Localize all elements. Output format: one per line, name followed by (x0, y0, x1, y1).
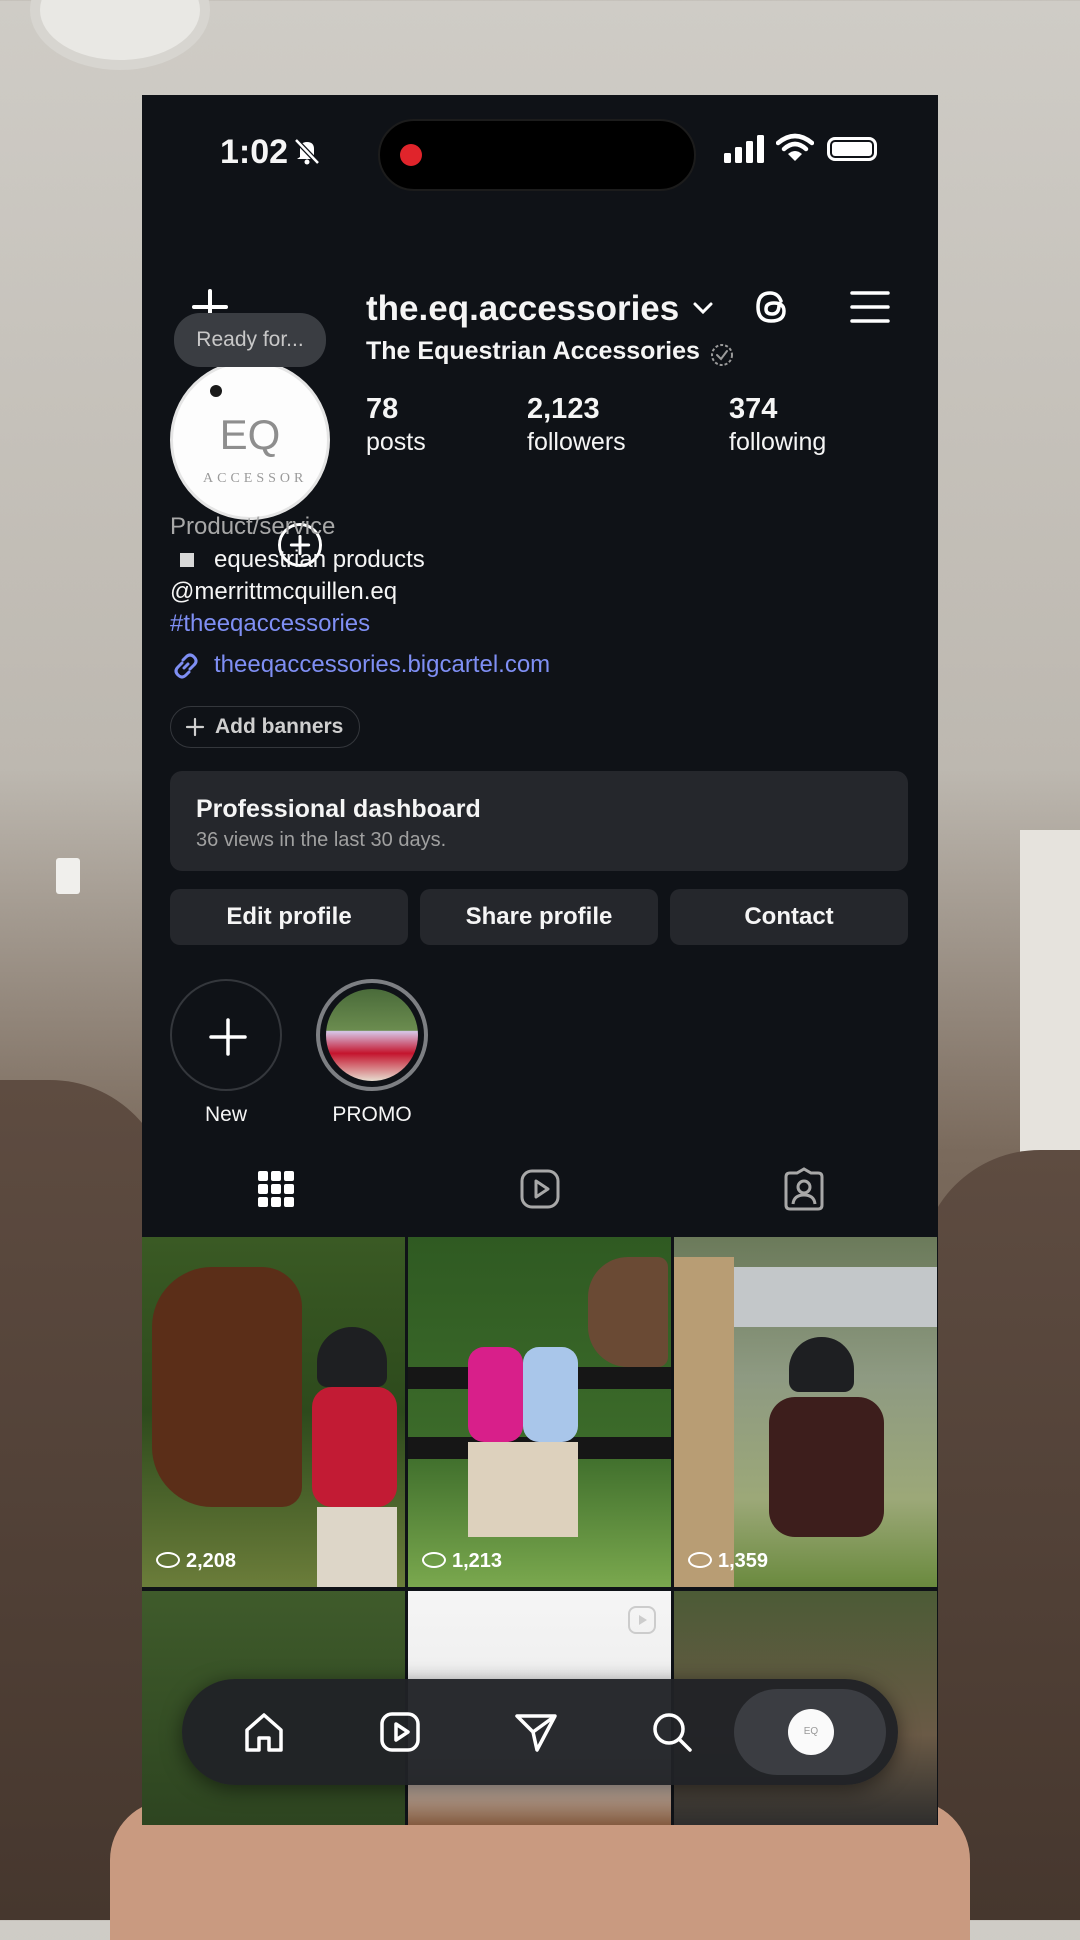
link-icon (174, 653, 198, 679)
home-icon[interactable] (242, 1710, 286, 1754)
stat-posts-label: posts (366, 428, 426, 456)
ceiling-light (40, 0, 200, 60)
display-name: The Equestrian Accessories (366, 337, 700, 365)
avatar-logo-arc: ACCESSOR (203, 471, 308, 486)
battery-icon (827, 137, 877, 161)
tagged-tab-icon[interactable] (782, 1167, 826, 1211)
profile-avatar[interactable]: EQ ACCESSOR (170, 360, 330, 520)
barn-roof-shape (714, 1267, 937, 1327)
menu-icon[interactable] (850, 289, 890, 325)
bio-website-link[interactable]: theeqaccessories.bigcartel.com (214, 651, 550, 679)
avatar-logo-text: EQ (219, 411, 281, 458)
grid-tab-icon[interactable] (254, 1167, 298, 1211)
messages-icon[interactable] (514, 1710, 558, 1754)
dynamic-island (378, 119, 696, 191)
bio-mention[interactable]: @merrittmcquillen.eq (170, 578, 397, 606)
shirt-shape (769, 1397, 884, 1537)
username-switcher[interactable]: the.eq.accessories (366, 289, 679, 329)
helmet-shape (789, 1337, 854, 1392)
verified-badge-icon (711, 344, 733, 366)
shirt-shape (312, 1387, 397, 1507)
view-count-value: 1,213 (452, 1550, 503, 1572)
eye-icon (156, 1551, 180, 1568)
horse-head-shape (588, 1257, 668, 1367)
wifi-icon (776, 133, 814, 161)
dashboard-subtitle: 36 views in the last 30 days. (196, 829, 447, 851)
stat-followers[interactable]: 2,123 followers (527, 393, 626, 457)
bio-hashtag[interactable]: #theeqaccessories (170, 610, 370, 638)
stat-following[interactable]: 374 following (729, 393, 826, 457)
eye-icon (688, 1551, 712, 1568)
reels-icon[interactable] (378, 1710, 422, 1754)
highlight-new-ring[interactable] (170, 979, 282, 1091)
bottom-navigation: EQ (182, 1679, 898, 1785)
recording-indicator (400, 144, 422, 166)
highlight-new[interactable]: New (168, 979, 284, 1127)
note-bubble[interactable]: Ready for... (174, 313, 326, 367)
highlight-promo-thumbnail (326, 989, 418, 1081)
post-thumbnail[interactable]: 1,213 (408, 1237, 671, 1587)
plus-icon (209, 1018, 247, 1056)
reels-tab-icon[interactable] (518, 1167, 562, 1211)
horse-shape (152, 1267, 302, 1507)
shirt-shape (468, 1347, 523, 1442)
stat-posts-count: 78 (366, 393, 399, 425)
sweater-right (920, 1150, 1080, 1920)
status-bar: 1:02 (142, 95, 938, 215)
highlight-promo-ring[interactable] (316, 979, 428, 1091)
highlight-promo[interactable]: PROMO (314, 979, 430, 1127)
bio-category: Product/service (170, 513, 336, 540)
stat-followers-count: 2,123 (527, 393, 600, 425)
post-thumbnail[interactable]: 1,359 (674, 1237, 937, 1587)
helmet-shape (317, 1327, 387, 1387)
cellular-signal-icon (724, 135, 764, 163)
add-banners-label: Add banners (215, 715, 344, 738)
view-count: 2,208 (156, 1550, 236, 1573)
stat-posts[interactable]: 78 posts (366, 393, 426, 457)
breeches-shape (317, 1507, 397, 1587)
reel-icon (628, 1606, 656, 1634)
bell-muted-icon (294, 138, 320, 165)
professional-dashboard-card[interactable]: Professional dashboard 36 views in the l… (170, 771, 908, 871)
view-count-value: 2,208 (186, 1550, 237, 1572)
status-time: 1:02 (220, 133, 289, 171)
view-count-value: 1,359 (718, 1550, 769, 1572)
highlight-promo-label: PROMO (332, 1103, 412, 1126)
eye-icon (422, 1551, 446, 1568)
threads-icon[interactable] (750, 285, 794, 329)
post-thumbnail[interactable]: 2,208 (142, 1237, 405, 1587)
profile-avatar-icon[interactable]: EQ (788, 1709, 834, 1755)
contact-button[interactable]: Contact (670, 889, 908, 945)
view-count: 1,213 (422, 1550, 502, 1573)
stat-following-label: following (729, 428, 827, 456)
view-count: 1,359 (688, 1550, 768, 1573)
wall-outlet (56, 858, 80, 894)
plus-icon (185, 717, 205, 737)
highlight-new-label: New (204, 1103, 247, 1126)
breeches-shape (468, 1442, 578, 1537)
edit-profile-button[interactable]: Edit profile (170, 889, 408, 945)
shirt-shape (523, 1347, 578, 1442)
bio-line: equestrian products (170, 546, 425, 574)
avatar[interactable]: EQ ACCESSOR (170, 360, 330, 520)
profile-tab-active[interactable]: EQ (734, 1689, 886, 1775)
chevron-down-icon[interactable] (692, 300, 714, 316)
add-banners-button[interactable]: Add banners (170, 706, 360, 748)
profile-content-tabs (142, 1155, 938, 1292)
dashboard-title: Professional dashboard (196, 795, 481, 823)
phone-screen: 1:02 the.eq.accessories EQ ACCESSOR Read… (142, 95, 938, 1825)
square-bullet-icon (180, 553, 194, 567)
bio-text: equestrian products (214, 546, 425, 573)
stat-followers-label: followers (527, 428, 626, 456)
note-bubble-tail (210, 385, 222, 397)
stat-following-count: 374 (729, 393, 778, 425)
fence-post-shape (674, 1257, 734, 1587)
share-profile-button[interactable]: Share profile (420, 889, 658, 945)
search-icon[interactable] (650, 1710, 694, 1754)
